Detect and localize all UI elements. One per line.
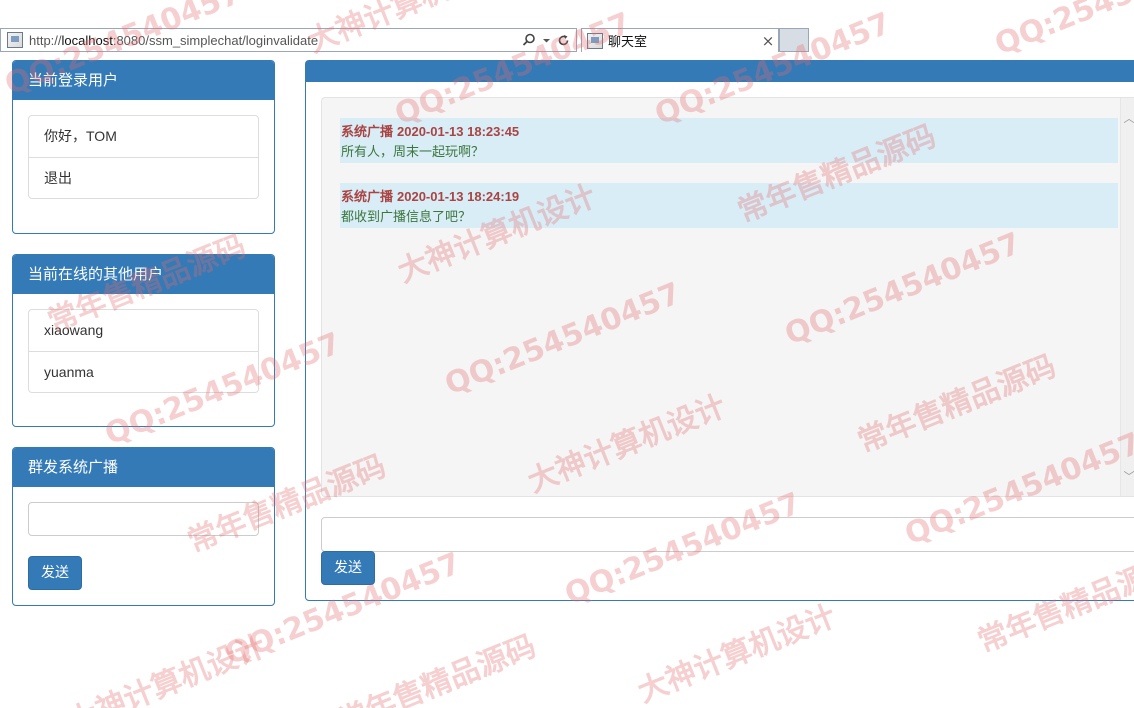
message-text: 所有人，周末一起玩啊？ xyxy=(341,145,485,160)
chat-send-button[interactable]: 发送 xyxy=(321,551,375,585)
page-favicon-icon xyxy=(7,32,23,48)
scroll-down-icon[interactable]: ﹀ xyxy=(1121,468,1134,484)
greeting-item: 你好，TOM xyxy=(44,128,117,144)
message-time: 2020-01-13 18:24:19 xyxy=(397,189,520,204)
message-sender: 系统广播 xyxy=(341,189,394,204)
panel-title: 当前在线的其他用户 xyxy=(13,255,274,294)
current-user-list: 你好，TOM 退出 xyxy=(28,115,259,199)
chat-panel-header xyxy=(306,61,1134,82)
panel-title: 群发系统广播 xyxy=(13,448,274,487)
message-time: 2020-01-13 18:23:45 xyxy=(397,124,520,139)
message-scrollbar[interactable]: ︿ ﹀ xyxy=(1120,98,1134,496)
broadcast-input[interactable] xyxy=(28,502,259,536)
tab-favicon-icon xyxy=(587,32,603,49)
online-users-panel: 当前在线的其他用户 xiaowang yuanma xyxy=(12,254,275,427)
chat-panel: 系统广播 2020-01-13 18:23:45 所有人，周末一起玩啊？ 系统广播… xyxy=(305,60,1134,601)
message-area[interactable]: 系统广播 2020-01-13 18:23:45 所有人，周末一起玩啊？ 系统广播… xyxy=(321,97,1134,497)
watermark-text: QQ:254540457 xyxy=(990,0,1134,62)
new-tab-button[interactable] xyxy=(779,28,809,52)
url-text[interactable]: http://localhost:8080/ssm_simplechat/log… xyxy=(29,33,522,48)
broadcast-panel: 群发系统广播 发送 xyxy=(12,447,275,606)
refresh-icon[interactable] xyxy=(557,34,570,47)
tab-title: 聊天室 xyxy=(608,35,648,50)
watermark-text: 大神计算机设计 xyxy=(632,598,841,708)
current-user-panel: 当前登录用户 你好，TOM 退出 xyxy=(12,60,275,234)
watermark-text: 常年售精品源码 xyxy=(332,628,541,708)
chat-message-input[interactable] xyxy=(321,517,1134,552)
search-icon[interactable] xyxy=(522,33,536,47)
online-user-item[interactable]: xiaowang xyxy=(29,310,258,351)
online-user-item[interactable]: yuanma xyxy=(29,351,258,392)
online-user-list: xiaowang yuanma xyxy=(28,309,259,393)
message-text: 都收到广播信息了吧？ xyxy=(341,210,472,225)
logout-link[interactable]: 退出 xyxy=(29,157,258,198)
message-sender: 系统广播 xyxy=(341,124,394,139)
address-bar[interactable]: http://localhost:8080/ssm_simplechat/log… xyxy=(0,28,577,52)
message-item: 系统广播 2020-01-13 18:23:45 所有人，周末一起玩啊？ xyxy=(340,118,1118,163)
chevron-down-icon[interactable] xyxy=(542,36,551,45)
watermark-text: 大神计算机设计 xyxy=(62,628,271,708)
scroll-up-icon[interactable]: ︿ xyxy=(1121,110,1134,126)
message-header: 系统广播 2020-01-13 18:23:45 xyxy=(341,122,1118,142)
browser-tab-chat[interactable]: 聊天室 × xyxy=(581,28,779,52)
message-header: 系统广播 2020-01-13 18:24:19 xyxy=(341,187,1118,207)
panel-title: 当前登录用户 xyxy=(13,61,274,100)
message-item: 系统广播 2020-01-13 18:24:19 都收到广播信息了吧？ xyxy=(340,183,1118,228)
broadcast-send-button[interactable]: 发送 xyxy=(28,556,82,590)
close-icon[interactable]: × xyxy=(758,32,778,50)
